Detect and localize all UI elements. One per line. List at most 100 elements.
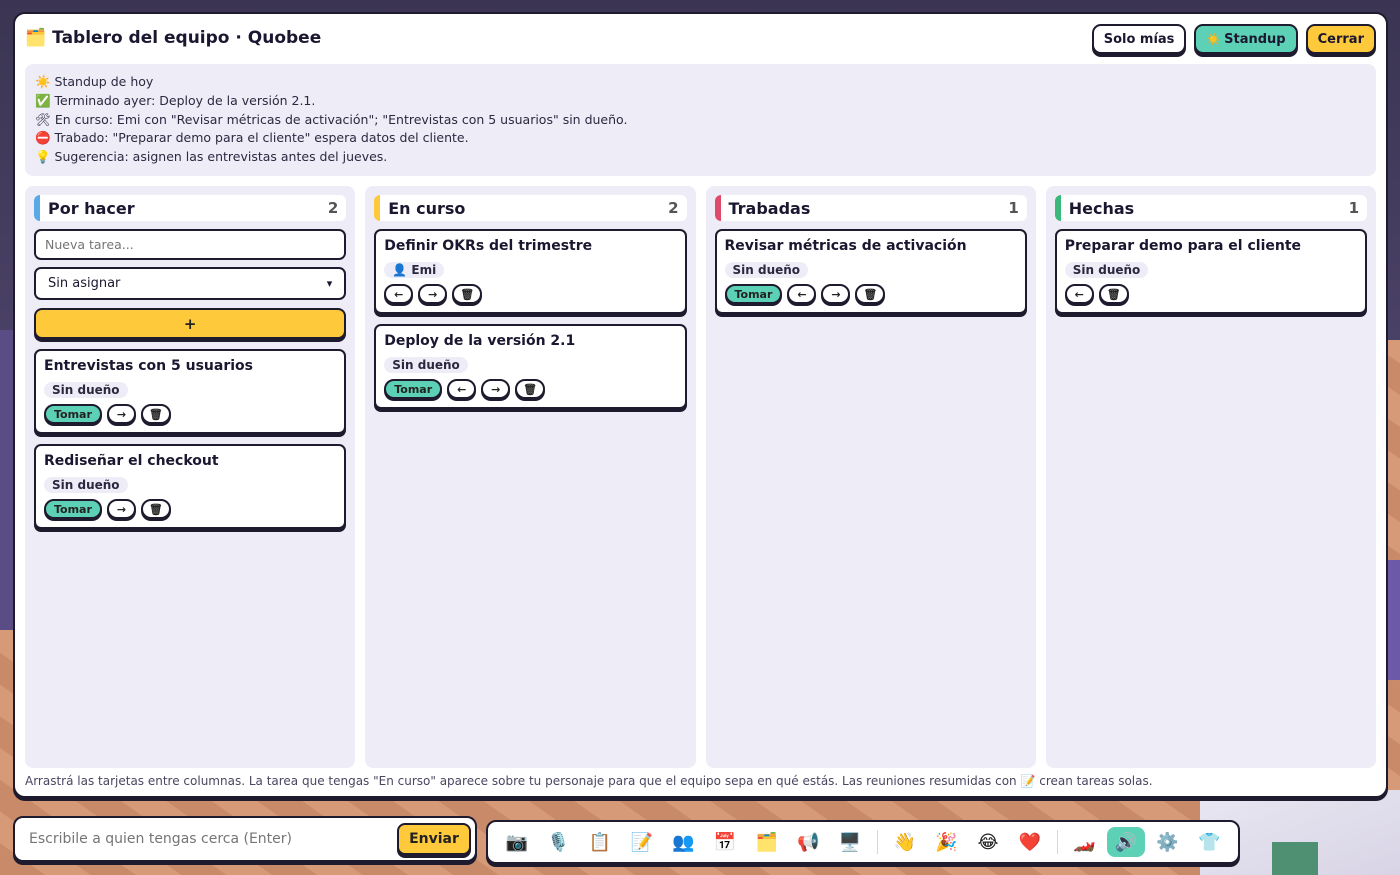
take-button[interactable]: Tomar bbox=[384, 379, 443, 399]
move-left-button[interactable]: ← bbox=[384, 284, 414, 304]
column-count: 1 bbox=[1348, 199, 1359, 217]
column-count: 1 bbox=[1008, 199, 1019, 217]
move-right-button[interactable]: → bbox=[418, 284, 448, 304]
move-right-button[interactable]: → bbox=[821, 284, 851, 304]
column-header: Por hacer 2 bbox=[34, 195, 347, 221]
task-card[interactable]: Revisar métricas de activación Sin dueño… bbox=[714, 229, 1027, 314]
task-title: Rediseñar el checkout bbox=[44, 453, 219, 469]
heart-icon[interactable]: ❤️ bbox=[1011, 827, 1049, 857]
column-header: Trabadas 1 bbox=[714, 195, 1027, 221]
send-button[interactable]: Enviar bbox=[397, 823, 471, 855]
task-card[interactable]: Deploy de la versión 2.1 Sin dueño Tomar… bbox=[374, 324, 687, 409]
toolbar-divider bbox=[1056, 830, 1058, 854]
new-task-input[interactable] bbox=[34, 229, 347, 260]
summary-line: 💡 Sugerencia: asignen las entrevistas an… bbox=[35, 149, 388, 165]
party-icon[interactable]: 🎉 bbox=[928, 827, 966, 857]
only-mine-button[interactable]: Solo mías bbox=[1091, 24, 1187, 54]
owner-badge: 👤 Emi bbox=[384, 262, 445, 278]
summary-line: ☀️ Standup de hoy bbox=[35, 74, 154, 89]
assignee-select-value: Sin asignar bbox=[48, 276, 121, 291]
people-icon[interactable]: 👥 bbox=[665, 827, 703, 857]
board-title: 🗂️ Tablero del equipo · Quobee bbox=[25, 28, 321, 48]
column-header: En curso 2 bbox=[374, 195, 687, 221]
standup-label: Standup bbox=[1224, 31, 1286, 47]
column-done: Hechas 1 Preparar demo para el cliente S… bbox=[1045, 186, 1376, 768]
move-right-button[interactable]: → bbox=[481, 379, 511, 399]
board-title-text: Tablero del equipo · Quobee bbox=[52, 28, 322, 48]
owner-badge: Sin dueño bbox=[1064, 262, 1149, 278]
team-board-panel: 🗂️ Tablero del equipo · Quobee Solo mías … bbox=[13, 12, 1388, 798]
board-columns: Por hacer 2 Sin asignar ▾ + Entrevistas … bbox=[25, 186, 1376, 768]
memo-icon[interactable]: 📝 bbox=[623, 827, 661, 857]
move-right-button[interactable]: → bbox=[106, 499, 136, 519]
task-title: Definir OKRs del trimestre bbox=[384, 238, 593, 254]
owner-badge: Sin dueño bbox=[384, 357, 468, 373]
delete-icon[interactable]: 🗑 bbox=[140, 404, 171, 424]
speaker-icon[interactable]: 🔊 bbox=[1107, 827, 1145, 857]
move-left-button[interactable]: ← bbox=[787, 284, 817, 304]
laugh-icon[interactable]: 😂 bbox=[969, 827, 1007, 857]
race-car-icon[interactable]: 🏎️ bbox=[1065, 827, 1103, 857]
column-title: Trabadas bbox=[728, 198, 811, 218]
board-icon: 🗂️ bbox=[25, 28, 47, 48]
move-left-button[interactable]: ← bbox=[447, 379, 477, 399]
task-card[interactable]: Definir OKRs del trimestre 👤 Emi ← → 🗑 bbox=[374, 229, 687, 314]
take-button[interactable]: Tomar bbox=[44, 499, 102, 519]
summary-line: ⛔ Trabado: "Preparar demo para el client… bbox=[35, 130, 469, 146]
task-title: Preparar demo para el cliente bbox=[1064, 238, 1302, 254]
screen-share-icon[interactable]: 🖥️ bbox=[831, 827, 869, 857]
delete-icon[interactable]: 🗑 bbox=[1098, 284, 1129, 304]
column-title: Por hacer bbox=[48, 198, 135, 218]
summary-line: 🛠 En curso: Emi con "Revisar métricas de… bbox=[35, 111, 628, 127]
move-left-button[interactable]: ← bbox=[1064, 284, 1094, 304]
microphone-icon[interactable]: 🎙️ bbox=[540, 827, 578, 857]
summary-line: ✅ Terminado ayer: Deploy de la versión 2… bbox=[35, 92, 316, 108]
column-count: 2 bbox=[327, 199, 339, 217]
column-todo: Por hacer 2 Sin asignar ▾ + Entrevistas … bbox=[25, 186, 356, 768]
task-card[interactable]: Preparar demo para el cliente Sin dueño … bbox=[1054, 229, 1367, 314]
task-title: Entrevistas con 5 usuarios bbox=[44, 358, 253, 374]
delete-icon[interactable]: 🗑 bbox=[452, 284, 483, 304]
shirt-icon[interactable]: 👕 bbox=[1190, 827, 1228, 857]
camera-icon[interactable]: 📷 bbox=[498, 827, 536, 857]
board-header: 🗂️ Tablero del equipo · Quobee Solo mías … bbox=[25, 24, 1376, 58]
column-header: Hechas 1 bbox=[1054, 195, 1367, 221]
standup-button[interactable]: ☀️ Standup bbox=[1194, 24, 1298, 54]
column-count: 2 bbox=[668, 199, 679, 217]
toolbar-divider bbox=[876, 830, 878, 854]
task-card[interactable]: Rediseñar el checkout Sin dueño Tomar → … bbox=[34, 444, 347, 529]
column-in-progress: En curso 2 Definir OKRs del trimestre 👤 … bbox=[365, 186, 696, 768]
owner-badge: Sin dueño bbox=[724, 262, 809, 278]
assignee-select[interactable]: Sin asignar ▾ bbox=[34, 267, 347, 300]
take-button[interactable]: Tomar bbox=[44, 404, 102, 424]
megaphone-icon[interactable]: 📢 bbox=[790, 827, 828, 857]
calendar-icon[interactable]: 📅 bbox=[706, 827, 744, 857]
add-task-button[interactable]: + bbox=[34, 308, 347, 339]
bottom-toolbar: 📷 🎙️ 📋 📝 👥 📅 🗂️ 📢 🖥️ 👋 🎉 😂 ❤️ 🏎️ 🔊 ⚙️ 👕 bbox=[486, 820, 1240, 864]
task-card[interactable]: Entrevistas con 5 usuarios Sin dueño Tom… bbox=[34, 349, 347, 434]
task-title: Revisar métricas de activación bbox=[724, 238, 967, 254]
close-button[interactable]: Cerrar bbox=[1305, 24, 1376, 54]
take-button[interactable]: Tomar bbox=[724, 284, 783, 304]
move-right-button[interactable]: → bbox=[106, 404, 136, 424]
standup-summary: ☀️ Standup de hoy ✅ Terminado ayer: Depl… bbox=[25, 64, 1376, 176]
background-object bbox=[1272, 842, 1318, 875]
owner-badge: Sin dueño bbox=[44, 382, 128, 398]
column-blocked: Trabadas 1 Revisar métricas de activació… bbox=[705, 186, 1036, 768]
board-icon[interactable]: 🗂️ bbox=[748, 827, 786, 857]
column-title: En curso bbox=[388, 198, 466, 218]
column-title: Hechas bbox=[1068, 198, 1135, 218]
task-title: Deploy de la versión 2.1 bbox=[384, 333, 576, 349]
delete-icon[interactable]: 🗑 bbox=[140, 499, 171, 519]
chat-input[interactable] bbox=[19, 822, 391, 856]
chat-box: Enviar bbox=[13, 816, 477, 862]
gear-icon[interactable]: ⚙️ bbox=[1149, 827, 1187, 857]
owner-badge: Sin dueño bbox=[44, 477, 128, 493]
delete-icon[interactable]: 🗑 bbox=[855, 284, 886, 304]
delete-icon[interactable]: 🗑 bbox=[515, 379, 546, 399]
board-footnote: Arrastrá las tarjetas entre columnas. La… bbox=[25, 774, 1153, 788]
wave-icon[interactable]: 👋 bbox=[886, 827, 924, 857]
chevron-down-icon: ▾ bbox=[326, 277, 333, 290]
sun-icon: ☀️ bbox=[1206, 32, 1221, 46]
clipboard-icon[interactable]: 📋 bbox=[581, 827, 619, 857]
